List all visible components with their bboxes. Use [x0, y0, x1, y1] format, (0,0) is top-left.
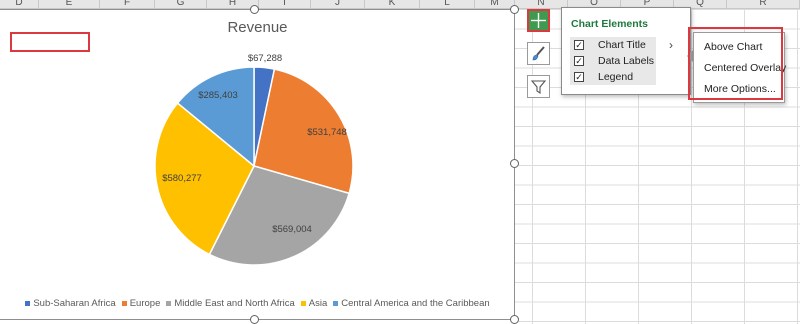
legend-option[interactable]: ✓ Legend [570, 69, 656, 85]
column-header-L[interactable]: L [420, 0, 475, 8]
data-label-1[interactable]: $531,748 [307, 127, 347, 138]
resize-handle-top[interactable] [250, 5, 259, 14]
legend-swatch-4 [333, 300, 339, 306]
chart-legend[interactable]: Sub-Saharan Africa Europe Middle East and … [0, 298, 515, 309]
legend-label-4: Central America and the Caribbean [341, 298, 490, 309]
column-header-M[interactable]: M [475, 0, 515, 8]
chart-area[interactable]: Revenue $67,288 $531,748 $569,004 $580,277 $… [0, 9, 515, 320]
data-labels-checkbox[interactable]: ✓ [574, 56, 584, 66]
column-header-E[interactable]: E [39, 0, 100, 8]
legend-checkbox[interactable]: ✓ [574, 72, 584, 82]
resize-handle-top-right[interactable] [510, 5, 519, 14]
legend-item-1[interactable]: Europe [121, 298, 161, 309]
legend-swatch-1 [121, 300, 127, 306]
legend-item-3[interactable]: Asia [300, 298, 328, 309]
chart-title-highlight [10, 32, 90, 52]
column-header-G[interactable]: G [155, 0, 207, 8]
legend-option-label: Legend [598, 71, 634, 83]
column-header-D[interactable]: D [0, 0, 39, 8]
column-header-I[interactable]: I [259, 0, 311, 8]
legend-label-3: Asia [308, 298, 328, 309]
chart-elements-icon [531, 13, 546, 28]
data-label-4[interactable]: $285,403 [198, 90, 238, 101]
legend-swatch-3 [300, 300, 306, 306]
data-labels-option-label: Data Labels [598, 55, 655, 67]
chart-elements-popup: Chart Elements ✓ Chart Title ✓ Data Labe… [561, 7, 691, 95]
resize-handle-bottom-right[interactable] [510, 315, 519, 324]
chart-styles-icon [532, 46, 545, 61]
chart-elements-button[interactable] [527, 9, 550, 32]
popup-heading: Chart Elements [571, 18, 649, 30]
chart-styles-button[interactable] [527, 42, 550, 65]
data-labels-option[interactable]: ✓ Data Labels [570, 53, 656, 69]
chart-filters-icon [530, 80, 547, 95]
chart-filters-button[interactable] [527, 75, 550, 98]
legend-label-2: Middle East and North Africa [174, 298, 295, 309]
column-header-R[interactable]: R [727, 0, 800, 8]
resize-handle-right[interactable] [510, 159, 519, 168]
column-header-F[interactable]: F [100, 0, 155, 8]
data-label-2[interactable]: $569,004 [272, 224, 312, 235]
legend-item-0[interactable]: Sub-Saharan Africa [25, 298, 116, 309]
legend-label-0: Sub-Saharan Africa [33, 298, 116, 309]
column-header-J[interactable]: J [311, 0, 365, 8]
legend-item-2[interactable]: Middle East and North Africa [166, 298, 295, 309]
submenu-highlight [688, 27, 783, 100]
column-header-K[interactable]: K [365, 0, 420, 8]
chevron-right-icon[interactable]: › [669, 38, 673, 52]
legend-swatch-0 [25, 300, 31, 306]
chart-title-option-label: Chart Title [598, 39, 646, 51]
legend-swatch-2 [166, 300, 172, 306]
data-label-0[interactable]: $67,288 [248, 53, 282, 64]
data-label-3[interactable]: $580,277 [162, 173, 202, 184]
resize-handle-bottom[interactable] [250, 315, 259, 324]
legend-label-1: Europe [129, 298, 161, 309]
chart-title-option[interactable]: ✓ Chart Title [570, 37, 656, 53]
chart-title-checkbox[interactable]: ✓ [574, 40, 584, 50]
legend-item-4[interactable]: Central America and the Caribbean [333, 298, 490, 309]
pie-chart[interactable]: $67,288 $531,748 $569,004 $580,277 $285,403 [0, 10, 515, 321]
